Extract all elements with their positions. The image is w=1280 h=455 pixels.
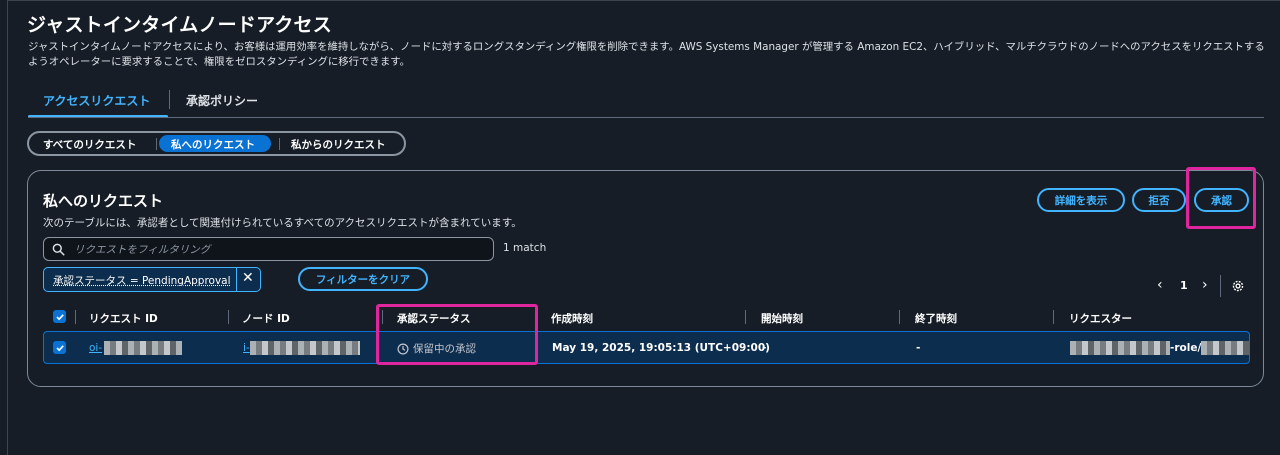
check-icon xyxy=(55,313,64,320)
search-placeholder: リクエストをフィルタリング xyxy=(74,244,211,256)
pagination-divider xyxy=(1220,275,1221,297)
requests-panel: 私へのリクエスト 次のテーブルには、承認者として関連付けられているすべてのアクセ… xyxy=(27,167,1264,387)
column-divider xyxy=(745,310,746,324)
node-id-link[interactable]: i- xyxy=(243,342,250,354)
filter-token-divider xyxy=(236,268,237,291)
col-end-time[interactable]: 終了時刻 xyxy=(915,311,957,326)
status-highlight-box xyxy=(376,304,538,365)
tab-access-requests[interactable]: アクセスリクエスト xyxy=(43,92,150,109)
panel-description: 次のテーブルには、承認者として関連付けられているすべてのアクセスリクエストが含ま… xyxy=(43,217,522,229)
top-divider xyxy=(8,0,1280,1)
close-icon[interactable]: ✕ xyxy=(242,270,254,286)
column-divider xyxy=(899,310,900,324)
filter-token-label[interactable]: 承認ステータス = PendingApproval xyxy=(53,273,231,288)
page-title: ジャストインタイムノードアクセス xyxy=(27,14,332,36)
redacted-requester xyxy=(1070,341,1170,355)
segment-all-requests[interactable]: すべてのリクエスト xyxy=(43,137,136,152)
chevron-left-icon[interactable]: ‹ xyxy=(1157,277,1163,293)
row-checkbox[interactable] xyxy=(53,341,66,354)
request-id-link[interactable]: oi- xyxy=(89,342,102,354)
segment-divider xyxy=(279,138,280,150)
check-icon xyxy=(55,344,64,351)
search-icon xyxy=(52,243,65,256)
page: ジャストインタイムノードアクセス ジャストインタイムノードアクセスにより、お客様… xyxy=(0,0,1280,455)
end-time: - xyxy=(916,342,921,354)
match-count: 1 match xyxy=(503,242,547,254)
chevron-right-icon[interactable]: › xyxy=(1202,277,1208,293)
segment-requests-from-me[interactable]: 私からのリクエスト xyxy=(291,137,386,152)
segment-requests-to-me[interactable]: 私へのリクエスト xyxy=(171,137,255,152)
col-node-id[interactable]: ノード ID xyxy=(242,311,290,326)
segment-divider xyxy=(156,138,157,150)
redacted-requester-suffix xyxy=(1201,341,1249,355)
reject-button[interactable]: 拒否 xyxy=(1132,188,1186,212)
select-all-checkbox[interactable] xyxy=(53,310,66,323)
request-scope-segmented-control: すべてのリクエスト 私へのリクエスト 私からのリクエスト xyxy=(27,131,406,156)
panel-title: 私へのリクエスト xyxy=(43,192,164,210)
tab-bar: アクセスリクエスト 承認ポリシー xyxy=(28,84,1264,120)
approve-highlight-box xyxy=(1186,167,1256,229)
column-divider xyxy=(75,310,76,324)
table-header: リクエスト ID ノード ID 承認ステータス 作成時刻 開始時刻 終了時刻 リ… xyxy=(43,305,1250,329)
col-requester[interactable]: リクエスター xyxy=(1069,311,1132,326)
filter-token[interactable]: 承認ステータス = PendingApproval ✕ xyxy=(43,267,261,292)
redacted-node-id xyxy=(250,341,360,355)
pagination: ‹ 1 › xyxy=(1157,275,1257,297)
col-created-time[interactable]: 作成時刻 xyxy=(551,311,593,326)
filter-search-input[interactable]: リクエストをフィルタリング xyxy=(43,237,494,261)
view-details-button[interactable]: 詳細を表示 xyxy=(1037,188,1125,212)
col-start-time[interactable]: 開始時刻 xyxy=(761,311,803,326)
tab-divider xyxy=(169,90,170,109)
column-divider xyxy=(228,310,229,324)
start-time: - xyxy=(762,342,767,354)
left-rail xyxy=(0,0,8,455)
gear-icon[interactable] xyxy=(1231,279,1245,293)
tab-approval-policies[interactable]: 承認ポリシー xyxy=(186,92,258,109)
table-row[interactable]: oi- i- 保留中の承認 May 19, 2025, 19:05:13 (UT… xyxy=(43,331,1250,364)
col-request-id[interactable]: リクエスト ID xyxy=(89,311,158,326)
page-description: ジャストインタイムノードアクセスにより、お客様は運用効率を維持しながら、ノードに… xyxy=(28,41,1265,68)
column-divider xyxy=(1053,310,1054,324)
clear-filter-button[interactable]: フィルターをクリア xyxy=(298,267,428,291)
redacted-request-id xyxy=(104,341,182,355)
current-page-number[interactable]: 1 xyxy=(1180,279,1188,292)
created-time: May 19, 2025, 19:05:13 (UTC+09:00) xyxy=(552,342,770,354)
requester-role-fragment: -role/ xyxy=(1170,342,1202,354)
tab-underline xyxy=(28,117,1264,118)
